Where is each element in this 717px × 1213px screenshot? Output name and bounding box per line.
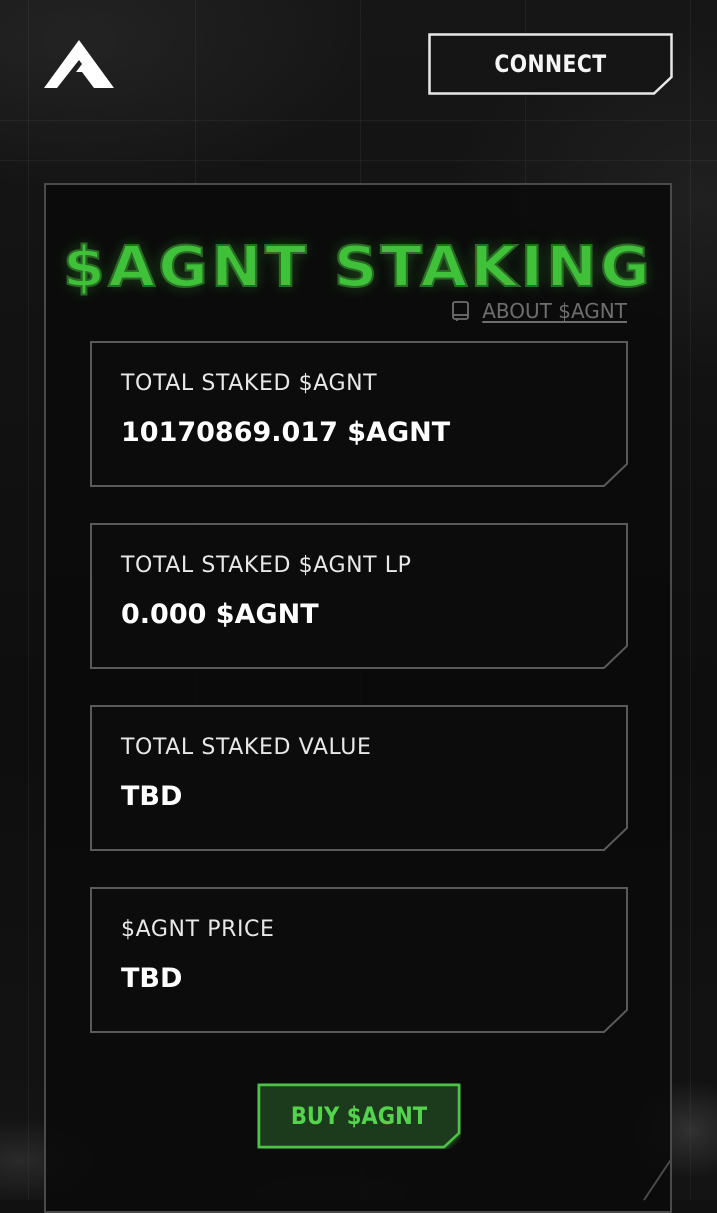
stat-label: TOTAL STAKED $AGNT xyxy=(121,371,378,396)
stat-label: TOTAL STAKED $AGNT LP xyxy=(121,553,412,578)
stat-value: 10170869.017 $AGNT xyxy=(121,417,451,448)
buy-agnt-label: BUY $AGNT xyxy=(290,1102,428,1130)
stat-card-total-staked: TOTAL STAKED $AGNT 10170869.017 $AGNT xyxy=(90,341,628,487)
stat-label: $AGNT PRICE xyxy=(121,917,275,942)
book-icon xyxy=(452,301,470,321)
stat-value: 0.000 $AGNT xyxy=(121,599,319,630)
buy-agnt-button[interactable]: BUY $AGNT xyxy=(257,1083,461,1149)
page-title: $AGNT STAKING xyxy=(62,234,654,301)
about-agnt-link[interactable]: ABOUT $AGNT xyxy=(450,299,627,323)
stat-value: TBD xyxy=(121,781,183,812)
stat-value: TBD xyxy=(121,963,183,994)
about-agnt-label: ABOUT $AGNT xyxy=(482,299,627,323)
agnt-logo-icon[interactable] xyxy=(42,38,116,90)
connect-button-label: CONNECT xyxy=(494,50,607,78)
staking-panel: $AGNT STAKING ABOUT $AGNT TOTAL STAKED $… xyxy=(44,183,672,1213)
stat-card-agnt-price: $AGNT PRICE TBD xyxy=(90,887,628,1033)
stat-card-total-staked-lp: TOTAL STAKED $AGNT LP 0.000 $AGNT xyxy=(90,523,628,669)
connect-button[interactable]: CONNECT xyxy=(428,33,673,95)
stat-label: TOTAL STAKED VALUE xyxy=(121,735,372,760)
stat-card-total-staked-value: TOTAL STAKED VALUE TBD xyxy=(90,705,628,851)
